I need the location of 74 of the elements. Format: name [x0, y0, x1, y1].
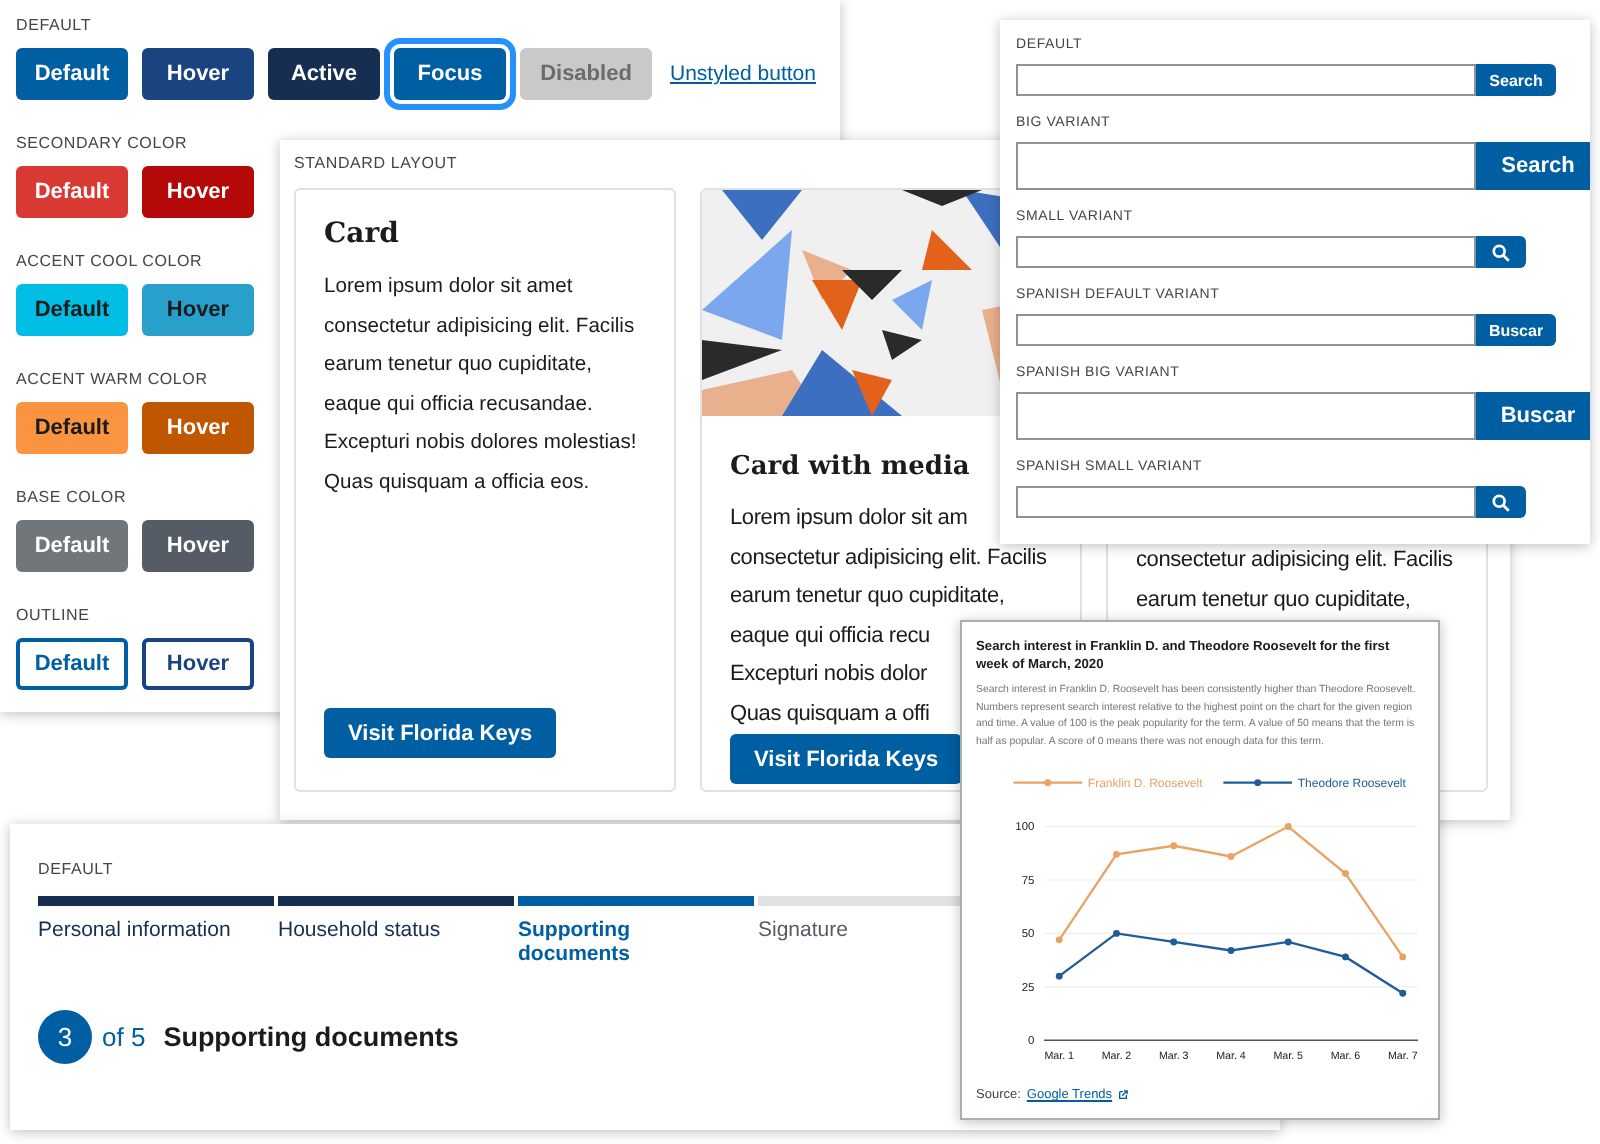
button[interactable]: Default: [16, 638, 128, 690]
search-button[interactable]: Search: [1476, 142, 1590, 190]
step-label: Personal information: [38, 918, 233, 942]
button[interactable]: Default: [16, 284, 128, 336]
data-point: [1227, 947, 1235, 954]
card-text-line: earum tenetur quo cupiditate,: [1136, 585, 1411, 615]
search-field[interactable]: [1016, 486, 1476, 518]
button[interactable]: Hover: [142, 402, 254, 454]
search-button[interactable]: [1476, 236, 1526, 268]
section-label: OUTLINE: [16, 606, 90, 624]
external-link-icon: [1118, 1090, 1129, 1100]
card-text-line: Quas quisquam a offi: [730, 699, 930, 729]
card-text-line: eaque qui officia recu: [730, 621, 930, 651]
card-title: Card with media: [730, 452, 970, 482]
button[interactable]: Default: [16, 166, 128, 218]
data-point: [1342, 870, 1349, 877]
button[interactable]: Default: [16, 402, 128, 454]
step-heading: Supporting documents: [163, 1022, 459, 1052]
step-total: of 5: [102, 1022, 146, 1052]
search-button[interactable]: [1476, 486, 1526, 518]
search-field[interactable]: [1016, 236, 1476, 268]
section-label: DEFAULT: [38, 860, 114, 878]
card-text-line: earum tenetur quo cupiditate,: [730, 582, 1005, 612]
button[interactable]: Hover: [142, 638, 254, 690]
section-label: ACCENT COOL COLOR: [16, 252, 203, 270]
card-button[interactable]: Visit Florida Keys: [730, 734, 963, 784]
button[interactable]: Hover: [142, 166, 254, 218]
data-point: [1113, 850, 1120, 858]
search-field[interactable]: [1016, 142, 1476, 190]
unstyled-button[interactable]: Unstyled button: [666, 62, 816, 86]
legend-swatch: [1223, 779, 1293, 787]
data-point: [1113, 929, 1120, 937]
search-icon: [1492, 493, 1510, 511]
step-number: 3: [38, 1010, 92, 1064]
card-title: Card: [324, 218, 399, 250]
data-point: [1227, 853, 1235, 860]
card-text-line: consectetur adipisicing elit. Facilis: [1136, 546, 1453, 576]
data-point: [1399, 953, 1407, 961]
card-text-line: Excepturi nobis dolor: [730, 660, 928, 690]
data-point: [1284, 823, 1292, 830]
section-label: STANDARD LAYOUT: [294, 154, 458, 172]
section-label: SECONDARY COLOR: [16, 134, 188, 152]
data-point: [1055, 972, 1063, 980]
button[interactable]: Focus: [394, 48, 506, 100]
legend-swatch: [1013, 779, 1083, 787]
search-field[interactable]: [1016, 64, 1476, 96]
step-label: Signature: [758, 918, 850, 942]
button[interactable]: Default: [16, 520, 128, 572]
step-label: Household status: [278, 918, 443, 942]
search-field[interactable]: [1016, 314, 1476, 346]
search-button[interactable]: Buscar: [1476, 392, 1590, 440]
data-point: [1342, 953, 1349, 961]
search-field[interactable]: [1016, 392, 1476, 440]
card-text-line: consectetur adipisicing elit. Facilis: [730, 543, 1047, 573]
search-button[interactable]: Search: [1476, 64, 1556, 96]
section-label: ACCENT WARM COLOR: [16, 370, 208, 388]
button[interactable]: Default: [16, 48, 128, 100]
card-text: Lorem ipsum dolor sit amet consectetur adipisicing elit. Facilis earum tenetur quo cupiditate, eaque qui officia recusandae. Excepturi nobis dolores molestias! Quas quisquam a officia eos.: [324, 274, 639, 497]
button[interactable]: Hover: [142, 520, 254, 572]
section-label: DEFAULT: [16, 16, 92, 34]
search-icon: [1492, 243, 1510, 261]
data-point: [1170, 938, 1178, 946]
button[interactable]: Hover: [142, 284, 254, 336]
step-label: Supporting documents: [518, 918, 633, 966]
card-button[interactable]: Visit Florida Keys: [324, 708, 557, 758]
data-point: [1055, 936, 1063, 944]
section-label: BASE COLOR: [16, 488, 127, 506]
button[interactable]: Active: [268, 48, 380, 100]
data-point: [1399, 989, 1407, 997]
data-point: [1284, 938, 1292, 946]
search-button[interactable]: Buscar: [1476, 314, 1556, 346]
button[interactable]: Hover: [142, 48, 254, 100]
card-text-line: Lorem ipsum dolor sit am: [730, 504, 968, 534]
data-point: [1170, 842, 1178, 850]
